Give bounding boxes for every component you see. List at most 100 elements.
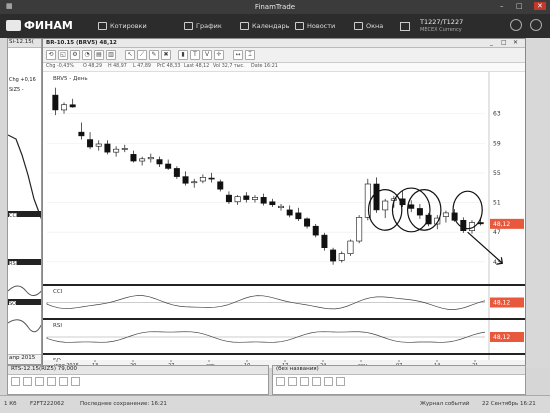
toolbar-layout-icon[interactable]: ▤ (94, 50, 104, 60)
toolbar-period-icon[interactable]: ◱ (58, 50, 68, 60)
bl-tool-icon[interactable] (11, 377, 20, 386)
left-cci-label: CCI (9, 213, 18, 219)
panel-divider (43, 318, 525, 320)
panel-divider (43, 284, 525, 286)
toolbar-crosshair-icon[interactable]: ✛ (214, 50, 224, 60)
bl-tool-icon[interactable] (47, 377, 56, 386)
candle (304, 218, 311, 227)
toolbar-template-icon[interactable]: ▥ (106, 50, 116, 60)
status-datetime: 22 Сентябрь 16:21 (482, 401, 536, 407)
settings-icon[interactable] (530, 19, 542, 31)
nav-news-label: Новости (307, 22, 336, 30)
br-tool-icon[interactable] (312, 377, 321, 386)
candle (286, 209, 293, 216)
candle (69, 104, 76, 108)
candle (191, 181, 198, 184)
logo-mark-icon (6, 20, 21, 31)
y-tick-label: 59 (493, 140, 501, 147)
candle (199, 177, 206, 182)
candle (104, 143, 111, 153)
close-icon[interactable]: ✕ (534, 2, 546, 10)
toolbar-cursor-icon[interactable]: ↖ (125, 50, 135, 60)
toolbar-candle-icon[interactable]: ▮ (178, 50, 188, 60)
chart-window[interactable]: BR-10.15 (BRV5) 48,12 _ □ ✕ ⟲ ◱ ⚙ ◔ ▤ ▥ … (42, 38, 526, 368)
left-cci-line (8, 285, 41, 296)
candle (373, 183, 380, 211)
indicator-value-label: 48,12 (493, 334, 510, 341)
br-tool-icon[interactable] (288, 377, 297, 386)
bottom-left-title: RTS-12.15(RIZ5) 79,000 (8, 366, 268, 375)
chart-area[interactable]: 434751555963BRV5 - День48,12CCI48,12RSI4… (43, 72, 525, 368)
maximize-icon[interactable]: □ (516, 2, 523, 10)
nav-news[interactable]: Новости (295, 22, 335, 30)
window-title: FinamTrade (254, 3, 296, 11)
window-close-icon[interactable]: ✕ (513, 39, 518, 46)
candle (139, 158, 146, 162)
left-chart-window[interactable]: Si-12.15( Chg +0,16 SiZ5 - CCI RSI SO ап… (7, 38, 42, 365)
quote-high: H 48,97 (108, 64, 127, 69)
bl-tool-icon[interactable] (35, 377, 44, 386)
status-connection: 1 Кб (4, 401, 17, 407)
br-tool-icon[interactable] (300, 377, 309, 386)
br-tool-icon[interactable] (276, 377, 285, 386)
toolbar-sync-icon[interactable]: ⟲ (46, 50, 56, 60)
candle (338, 253, 345, 261)
candle (243, 195, 250, 200)
br-tool-icon[interactable] (324, 377, 333, 386)
toolbar-delete-icon[interactable]: ✖ (161, 50, 171, 60)
status-bar: 1 Кб F2FT222062 Последнее сохранение: 16… (0, 395, 550, 413)
bl-tool-icon[interactable] (71, 377, 80, 386)
bottom-right-title: (без названия) (273, 366, 525, 375)
candle (61, 104, 68, 111)
candle (147, 157, 154, 160)
candle (173, 168, 180, 177)
toolbar-pencil-icon[interactable]: ✎ (149, 50, 159, 60)
br-tool-icon[interactable] (336, 377, 345, 386)
windows-icon (354, 22, 363, 30)
quote-low: L 47,89 (133, 64, 151, 69)
candle (278, 205, 285, 209)
nav-chart-label: График (196, 22, 222, 30)
toolbar-text-icon[interactable]: T (190, 50, 200, 60)
bl-tool-icon[interactable] (23, 377, 32, 386)
nav-calendar[interactable]: Календарь (240, 22, 289, 30)
bottom-left-window[interactable]: RTS-12.15(RIZ5) 79,000 (7, 365, 269, 395)
toolbar-indicator-icon[interactable]: ◔ (82, 50, 92, 60)
title-bar: FinamTrade ▦ – □ ✕ (0, 0, 550, 14)
candle (416, 208, 423, 216)
indicator-value-label: 48,12 (493, 300, 510, 307)
window-minimize-icon[interactable]: _ (490, 39, 493, 46)
candle (182, 176, 189, 184)
indicator-label: RSI (53, 323, 62, 329)
toolbar-fit-icon[interactable]: ⌶ (245, 50, 255, 60)
quote-last: Last 48,12 (184, 64, 210, 69)
quote-prev-close: PrC 48,33 (157, 64, 181, 69)
account-market: MECEX Currency (420, 27, 462, 33)
toolbar-settings-icon[interactable]: ⚙ (70, 50, 80, 60)
candle (382, 200, 389, 211)
left-date-axis: апр 2015 (8, 354, 41, 364)
nav-chart[interactable]: График (184, 22, 222, 30)
toolbar-scale-icon[interactable]: ↔ (233, 50, 243, 60)
user-icon[interactable] (510, 19, 522, 31)
quote-bar: Chg -0,43% O 48,29 H 48,97 L 47,89 PrC 4… (43, 63, 525, 72)
chart-icon (184, 22, 193, 30)
candle (225, 194, 232, 203)
event-journal-link[interactable]: Журнал событий (420, 401, 469, 407)
nav-quotes[interactable]: Котировки (98, 22, 147, 30)
minimize-icon[interactable]: – (500, 2, 504, 10)
toolbar-line-icon[interactable]: ⟋ (137, 50, 147, 60)
candle (52, 94, 59, 111)
bottom-right-window[interactable]: (без названия) (272, 365, 526, 395)
candle (234, 196, 241, 203)
toolbar-volume-icon[interactable]: V (202, 50, 212, 60)
nav-windows[interactable]: Окна (354, 22, 383, 30)
left-window-title: Si-12.15( (8, 39, 41, 48)
left-ticker-label: SiZ5 - (9, 87, 24, 93)
window-maximize-icon[interactable]: □ (501, 39, 507, 46)
bl-tool-icon[interactable] (59, 377, 68, 386)
calendar-icon (240, 22, 249, 30)
candle (95, 143, 102, 147)
nav-windows-label: Окна (366, 22, 384, 30)
status-account: F2FT222062 (30, 401, 65, 407)
